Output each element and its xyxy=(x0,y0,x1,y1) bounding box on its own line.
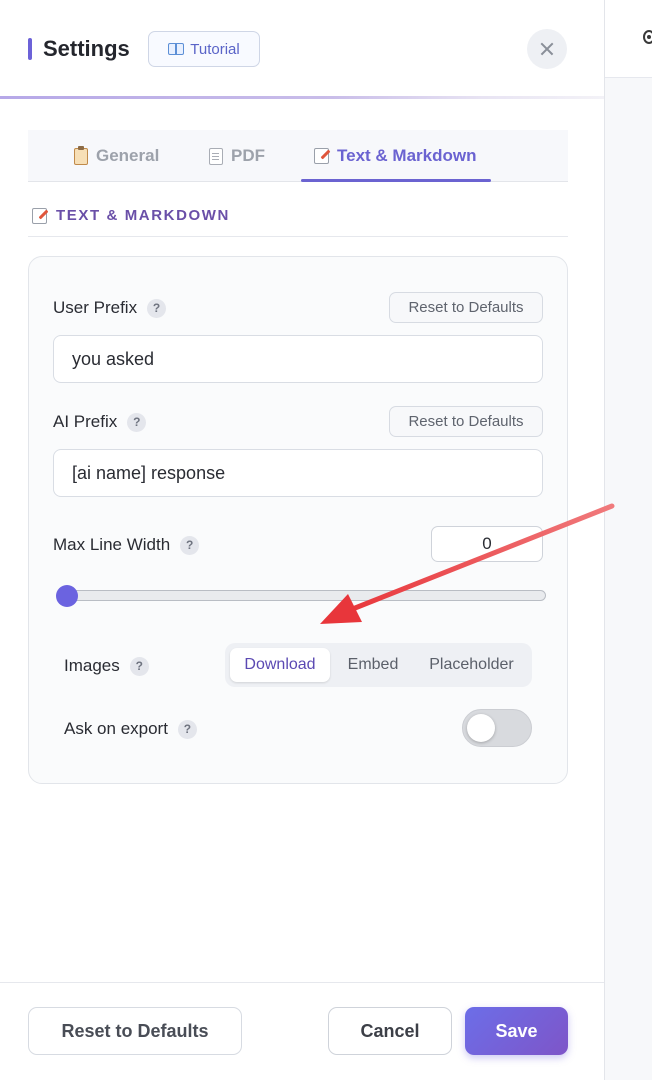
title-accent-bar xyxy=(28,38,32,60)
label-text: Max Line Width xyxy=(53,535,171,554)
images-option-download[interactable]: Download xyxy=(230,648,330,682)
tab-text-markdown[interactable]: Text & Markdown xyxy=(314,130,476,182)
settings-tabs: General PDF Text & Markdown xyxy=(28,130,568,182)
memo-icon xyxy=(314,148,329,164)
tutorial-button[interactable]: Tutorial xyxy=(148,31,260,67)
user-prefix-label: User Prefix ? xyxy=(53,298,167,318)
eye-icon xyxy=(643,30,652,44)
help-icon[interactable]: ? xyxy=(127,412,147,432)
footer-divider xyxy=(0,982,604,983)
book-icon xyxy=(168,43,185,55)
images-label: Images ? xyxy=(64,656,149,676)
help-icon[interactable]: ? xyxy=(147,298,167,318)
settings-panel: Settings Tutorial General PDF Text & Mar… xyxy=(0,0,604,1080)
header-divider xyxy=(0,96,604,99)
user-prefix-reset-button[interactable]: Reset to Defaults xyxy=(389,292,543,323)
tab-pdf[interactable]: PDF xyxy=(209,130,265,182)
document-icon xyxy=(209,147,223,165)
memo-icon xyxy=(32,207,47,224)
save-button[interactable]: Save xyxy=(465,1007,568,1055)
help-icon[interactable]: ? xyxy=(180,535,200,555)
section-divider xyxy=(28,236,568,237)
settings-card: User Prefix ? Reset to Defaults AI Prefi… xyxy=(28,256,568,784)
user-prefix-input[interactable] xyxy=(53,335,543,383)
ask-on-export-label: Ask on export ? xyxy=(64,719,197,739)
images-option-embed[interactable]: Embed xyxy=(330,648,416,682)
clipboard-icon xyxy=(74,145,88,165)
active-tab-indicator xyxy=(301,179,491,182)
ai-prefix-reset-button[interactable]: Reset to Defaults xyxy=(389,406,543,437)
tab-general[interactable]: General xyxy=(74,130,159,182)
section-title: TEXT & MARKDOWN xyxy=(56,207,230,224)
images-option-placeholder[interactable]: Placeholder xyxy=(416,648,527,682)
max-line-width-label: Max Line Width ? xyxy=(53,535,200,555)
help-icon[interactable]: ? xyxy=(177,719,197,739)
ai-prefix-input[interactable] xyxy=(53,449,543,497)
page-title: Settings xyxy=(43,36,130,61)
ai-prefix-label: AI Prefix ? xyxy=(53,412,147,432)
close-button[interactable] xyxy=(527,29,567,69)
label-text: AI Prefix xyxy=(53,412,118,431)
cancel-button[interactable]: Cancel xyxy=(328,1007,452,1055)
label-text: Ask on export xyxy=(64,719,168,738)
background-panel xyxy=(604,0,652,1080)
background-panel-header xyxy=(605,0,652,78)
tab-label: Text & Markdown xyxy=(337,146,477,165)
toggle-knob xyxy=(467,714,495,742)
tutorial-label: Tutorial xyxy=(190,40,240,58)
max-line-width-slider[interactable] xyxy=(57,590,546,601)
label-text: Images xyxy=(64,656,120,675)
tab-label: General xyxy=(96,146,160,165)
ask-on-export-toggle[interactable] xyxy=(462,709,532,747)
label-text: User Prefix xyxy=(53,298,138,317)
settings-header: Settings Tutorial xyxy=(0,0,604,100)
slider-thumb[interactable] xyxy=(56,585,78,607)
reset-to-defaults-button[interactable]: Reset to Defaults xyxy=(28,1007,242,1055)
section-heading: TEXT & MARKDOWN xyxy=(32,207,230,224)
tab-label: PDF xyxy=(231,146,265,165)
max-line-width-input[interactable] xyxy=(431,526,543,562)
images-mode-selector: Download Embed Placeholder xyxy=(225,643,532,687)
help-icon[interactable]: ? xyxy=(129,656,149,676)
